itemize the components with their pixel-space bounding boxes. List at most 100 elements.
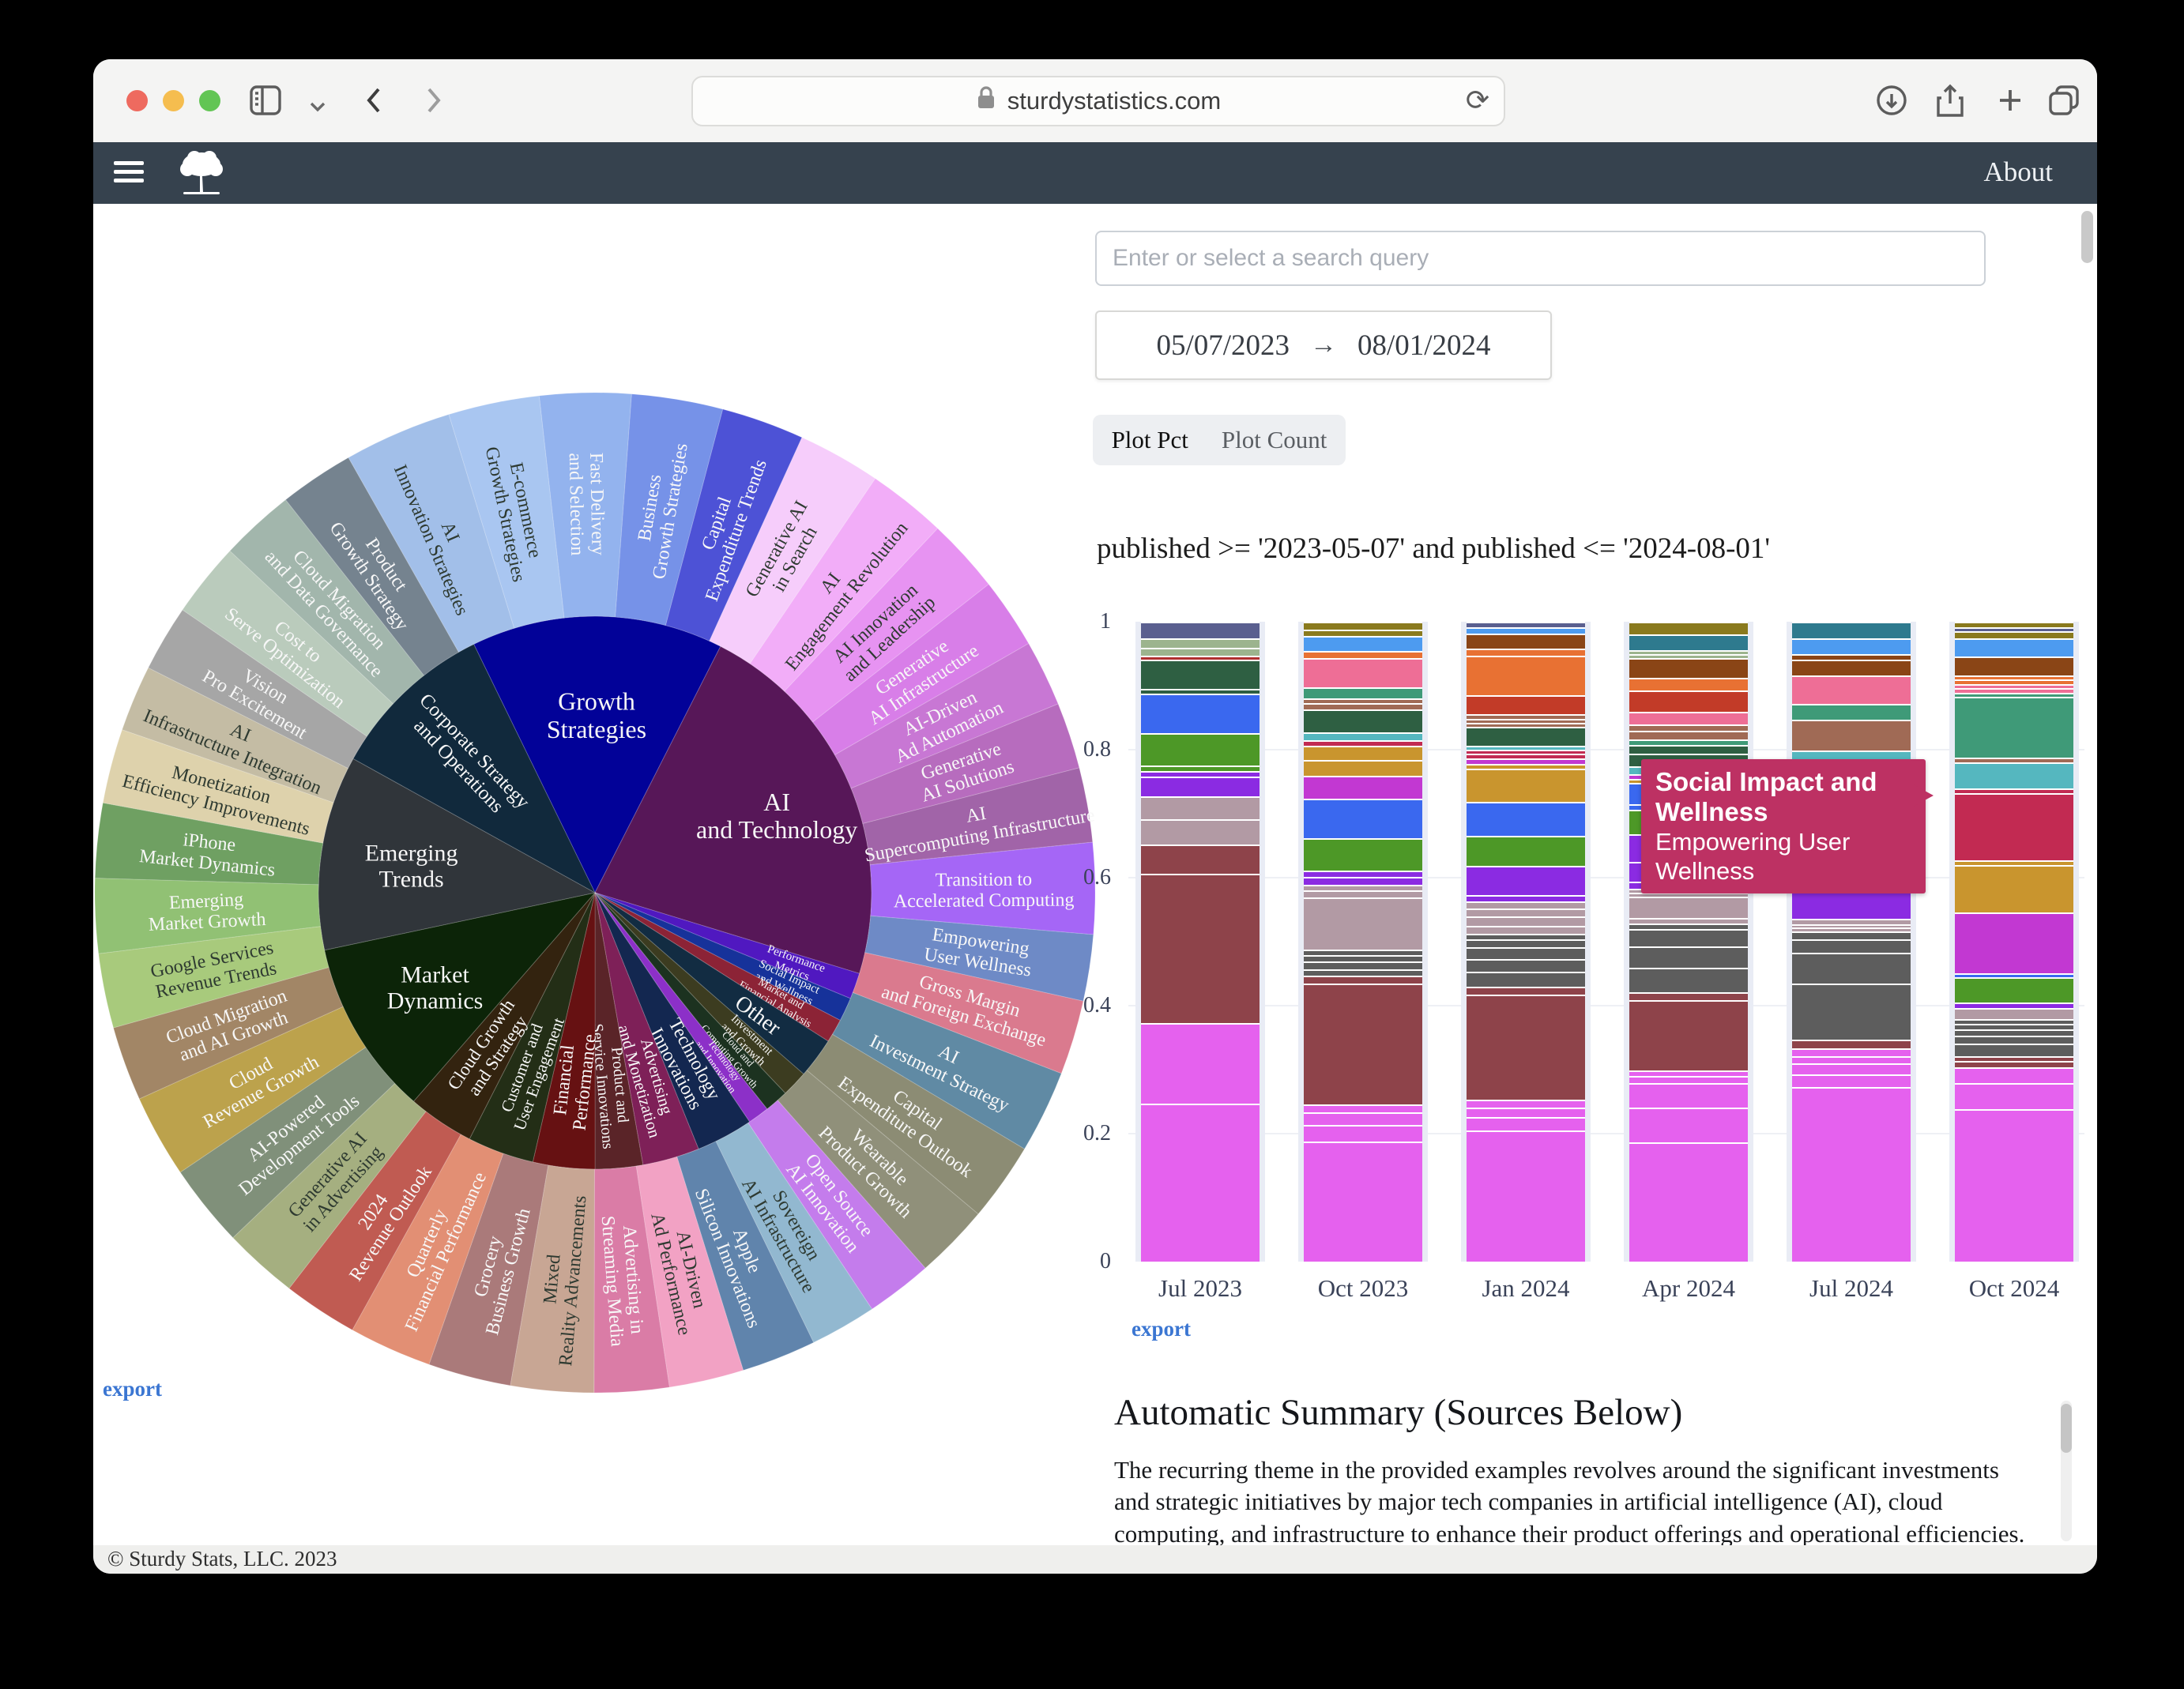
- bar-segment[interactable]: [1304, 698, 1422, 704]
- bar-segment[interactable]: [1792, 675, 1911, 703]
- bar-segment[interactable]: [1141, 694, 1260, 734]
- share-icon[interactable]: [1930, 80, 1971, 121]
- bar-segment[interactable]: [1792, 891, 1911, 919]
- bar-segment[interactable]: [1467, 987, 1585, 995]
- chevron-down-icon[interactable]: [297, 86, 338, 127]
- bar-segment[interactable]: [1955, 977, 2073, 1002]
- plot-pct-button[interactable]: Plot Pct: [1112, 426, 1188, 454]
- bar-segment[interactable]: [1304, 885, 1422, 890]
- bar-segment[interactable]: [1467, 714, 1585, 720]
- topic-share-bar-chart[interactable]: 00.20.40.60.81Jul 2023Oct 2023Jan 2024Ap…: [1128, 622, 2084, 1262]
- bar-segment[interactable]: [1467, 649, 1585, 656]
- bar-segment[interactable]: [1467, 758, 1585, 764]
- bar-segment[interactable]: [1629, 968, 1748, 992]
- bar-segment[interactable]: [1629, 658, 1748, 678]
- fullscreen-button[interactable]: [199, 90, 220, 111]
- bar-column[interactable]: [1133, 622, 1267, 1262]
- bar-segment[interactable]: [1304, 897, 1422, 950]
- bar-segment[interactable]: [1955, 1029, 2073, 1036]
- bar-segment[interactable]: [1629, 745, 1748, 754]
- bar-segment[interactable]: [1955, 1044, 2073, 1056]
- bar-segment[interactable]: [1629, 918, 1748, 923]
- bar-segment[interactable]: [1955, 762, 2073, 788]
- page-scrollbar[interactable]: [2081, 211, 2093, 263]
- bar-segment[interactable]: [1141, 844, 1260, 874]
- bar-segment[interactable]: [1629, 1083, 1748, 1108]
- bar-segment[interactable]: [1304, 984, 1422, 1104]
- bar-segment[interactable]: [1792, 1063, 1911, 1074]
- date-range-picker[interactable]: 05/07/2023 → 08/01/2024: [1095, 310, 1552, 380]
- bar-segment[interactable]: [1467, 947, 1585, 959]
- url-bar[interactable]: sturdystatistics.com ⟳: [691, 76, 1505, 126]
- sidebar-icon[interactable]: [245, 80, 286, 121]
- bar-segment[interactable]: [1467, 754, 1585, 759]
- bar-segment[interactable]: [1304, 1104, 1422, 1112]
- topic-sunburst-chart[interactable]: GrowthStrategiesAIand TechnologyPerforma…: [93, 379, 1109, 1406]
- bar-segment[interactable]: [1467, 836, 1585, 865]
- bar-segment[interactable]: [1629, 1070, 1748, 1076]
- bar-segment[interactable]: [1792, 704, 1911, 720]
- bar-segment[interactable]: [1467, 656, 1585, 695]
- bar-segment[interactable]: [1629, 634, 1748, 649]
- bar-segment[interactable]: [1304, 776, 1422, 799]
- tab-overview-icon[interactable]: [2043, 80, 2084, 121]
- bar-segment[interactable]: [1467, 634, 1585, 648]
- bar-segment[interactable]: [1792, 953, 1911, 984]
- new-tab-icon[interactable]: [1990, 80, 2031, 121]
- bar-segment[interactable]: [1467, 939, 1585, 947]
- nav-link-about[interactable]: About: [1984, 156, 2054, 188]
- hamburger-menu-icon[interactable]: [114, 161, 145, 186]
- bar-segment[interactable]: [1792, 1087, 1911, 1262]
- downloads-icon[interactable]: [1871, 80, 1912, 121]
- bar-segment[interactable]: [1629, 929, 1748, 946]
- bar-segment[interactable]: [1467, 901, 1585, 908]
- bar-segment[interactable]: [1141, 796, 1260, 819]
- bar-segment[interactable]: [1467, 1130, 1585, 1262]
- bar-segment[interactable]: [1467, 995, 1585, 1100]
- bar-segment[interactable]: [1304, 658, 1422, 687]
- bar-segment[interactable]: [1792, 638, 1911, 655]
- bar-segment[interactable]: [1304, 950, 1422, 955]
- bar-segment[interactable]: [1955, 638, 2073, 656]
- bar-segment[interactable]: [1792, 1074, 1911, 1087]
- bar-segment[interactable]: [1304, 799, 1422, 837]
- bar-segment[interactable]: [1467, 1100, 1585, 1108]
- bar-segment[interactable]: [1467, 1117, 1585, 1130]
- forward-button[interactable]: [412, 80, 454, 121]
- bar-segment[interactable]: [1629, 712, 1748, 724]
- bar-segment[interactable]: [1792, 720, 1911, 750]
- bar-segment[interactable]: [1792, 939, 1911, 953]
- bar-segment[interactable]: [1141, 1104, 1260, 1262]
- bar-segment[interactable]: [1467, 622, 1585, 627]
- bar-segment[interactable]: [1304, 740, 1422, 746]
- bar-segment[interactable]: [1955, 697, 2073, 758]
- bar-segment[interactable]: [1467, 802, 1585, 836]
- bar-segment[interactable]: [1304, 838, 1422, 871]
- bar-segment[interactable]: [1792, 750, 1911, 759]
- bar-segment[interactable]: [1141, 648, 1260, 656]
- bar-segment[interactable]: [1955, 631, 2073, 639]
- bar-segment[interactable]: [1141, 1023, 1260, 1104]
- bar-segment[interactable]: [1467, 764, 1585, 769]
- bar-segment[interactable]: [1467, 627, 1585, 634]
- bar-segment[interactable]: [1792, 1056, 1911, 1063]
- bar-segment[interactable]: [1141, 733, 1260, 766]
- bar-segment[interactable]: [1467, 908, 1585, 916]
- bar-segment[interactable]: [1629, 897, 1748, 918]
- bar-segment[interactable]: [1955, 912, 2073, 973]
- bar-segment[interactable]: [1792, 1040, 1911, 1048]
- bar-segment[interactable]: [1141, 660, 1260, 688]
- bar-segment[interactable]: [1304, 969, 1422, 976]
- bar-segment[interactable]: [1304, 961, 1422, 969]
- bar-segment[interactable]: [1304, 746, 1422, 760]
- bar-segment[interactable]: [1304, 877, 1422, 885]
- minimize-button[interactable]: [163, 90, 184, 111]
- bar-segment[interactable]: [1304, 703, 1422, 709]
- bar-segment[interactable]: [1304, 1142, 1422, 1262]
- bar-column[interactable]: [1296, 622, 1430, 1262]
- bar-segment[interactable]: [1955, 1061, 2073, 1067]
- bar-segment[interactable]: [1629, 739, 1748, 745]
- bar-segment[interactable]: [1955, 1067, 2073, 1083]
- bar-segment[interactable]: [1629, 731, 1748, 739]
- bar-segment[interactable]: [1955, 865, 2073, 912]
